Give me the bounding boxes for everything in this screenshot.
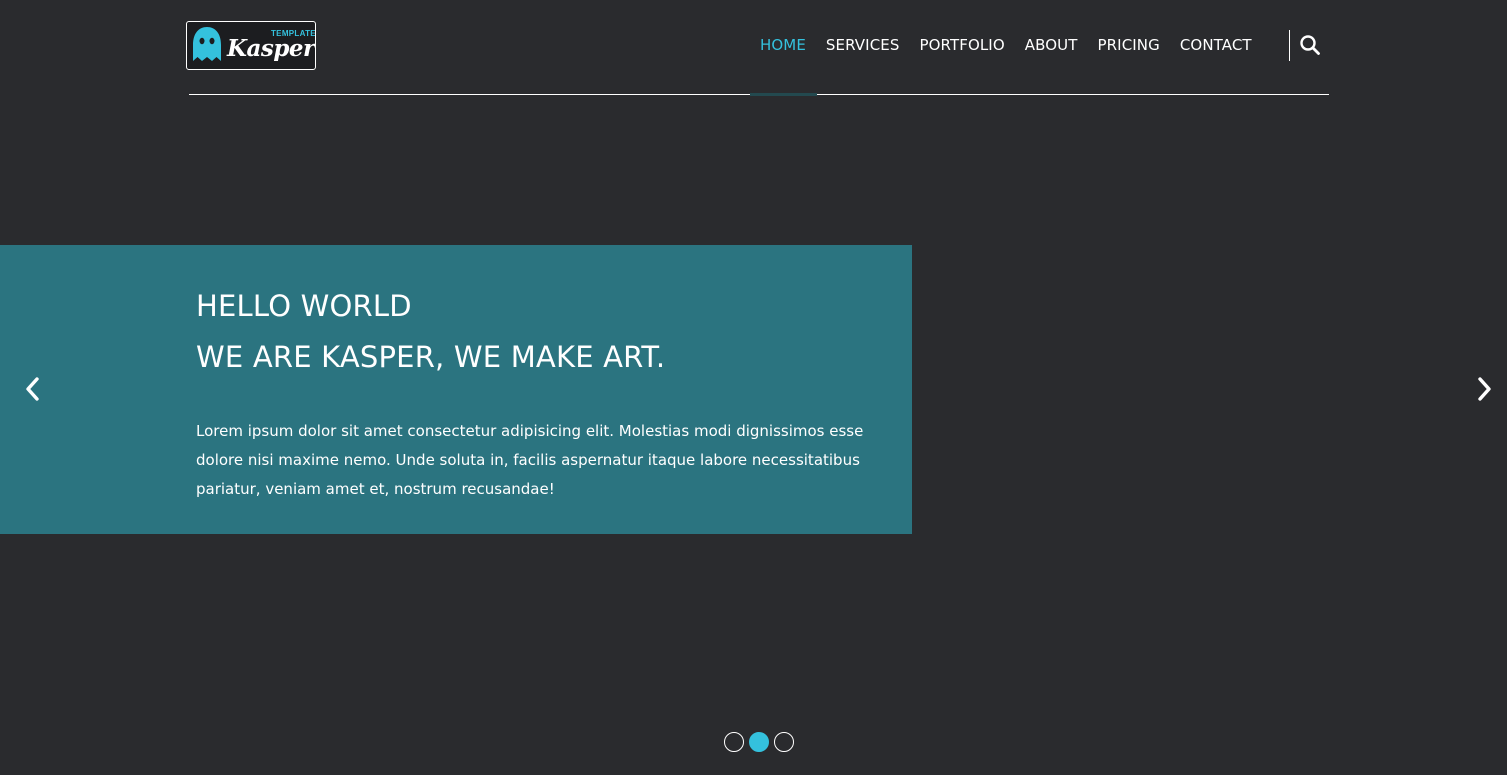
hero-title-line2: WE ARE KASPER, WE MAKE ART.	[196, 340, 666, 374]
chevron-left-icon	[26, 377, 39, 401]
slider-dot[interactable]	[774, 732, 794, 752]
chevron-right-icon	[1478, 377, 1491, 401]
nav-item-portfolio[interactable]: PORTFOLIO	[909, 34, 1014, 56]
slider-next-button[interactable]	[1470, 374, 1500, 404]
hero-title: HELLO WORLD WE ARE KASPER, WE MAKE ART.	[196, 281, 665, 383]
logo-wordmark: Kasper	[227, 35, 315, 62]
slider-dot[interactable]	[749, 732, 769, 752]
slider-prev-button[interactable]	[18, 374, 48, 404]
ghost-icon	[193, 27, 221, 61]
active-nav-indicator	[750, 93, 817, 96]
hero-title-line1: HELLO WORLD	[196, 289, 412, 323]
nav-item-contact[interactable]: CONTACT	[1170, 34, 1262, 56]
nav-item-about[interactable]: ABOUT	[1015, 34, 1088, 56]
nav-divider	[1289, 30, 1290, 61]
slider-dot[interactable]	[724, 732, 744, 752]
brand-logo[interactable]: TEMPLATE Kasper	[186, 21, 316, 70]
nav-item-services[interactable]: SERVICES	[816, 34, 910, 56]
page: TEMPLATE Kasper HOME SERVICES PORTFOLIO …	[0, 0, 1507, 775]
main-nav: HOME SERVICES PORTFOLIO ABOUT PRICING CO…	[750, 34, 1262, 56]
nav-item-home[interactable]: HOME	[750, 34, 816, 56]
slider-pagination	[724, 732, 794, 752]
search-icon	[1300, 35, 1320, 55]
nav-item-pricing[interactable]: PRICING	[1088, 34, 1170, 56]
hero-description: Lorem ipsum dolor sit amet consectetur a…	[196, 422, 864, 498]
search-button[interactable]	[1299, 34, 1321, 56]
